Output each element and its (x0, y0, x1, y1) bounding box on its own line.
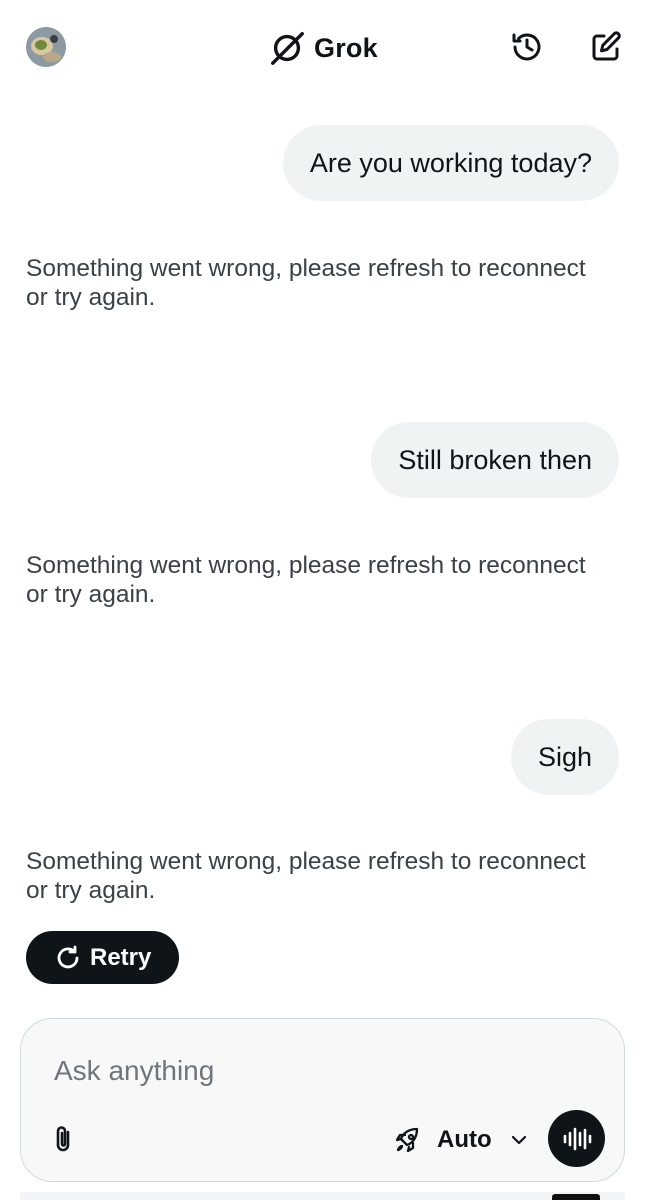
attach-button[interactable] (48, 1123, 82, 1157)
grok-chat-screen: Grok Are you working today? Something we… (0, 0, 645, 1200)
voice-mode-button[interactable] (548, 1110, 605, 1167)
bottom-edge (20, 1192, 625, 1200)
user-message: Still broken then (371, 422, 619, 498)
history-icon (509, 29, 545, 65)
history-button[interactable] (506, 26, 548, 68)
composer: Auto (20, 1018, 625, 1182)
retry-label: Retry (90, 943, 152, 971)
header: Grok (0, 0, 645, 96)
assistant-error-message: Something went wrong, please refresh to … (26, 255, 586, 311)
rocket-icon (393, 1125, 423, 1155)
bottom-tab (552, 1194, 600, 1200)
message-input[interactable] (54, 1051, 574, 1091)
avatar-image (26, 27, 66, 67)
user-message: Are you working today? (282, 125, 619, 201)
chevron-down-icon (502, 1129, 530, 1151)
retry-button[interactable]: Retry (26, 931, 180, 984)
compose-icon (588, 29, 624, 65)
refresh-icon (54, 944, 82, 972)
mode-label: Auto (437, 1126, 492, 1153)
assistant-error-message: Something went wrong, please refresh to … (26, 848, 586, 904)
app-title: Grok (314, 32, 378, 63)
brand: Grok (268, 28, 378, 68)
voice-waveform-icon (560, 1122, 594, 1156)
paperclip-icon (48, 1123, 82, 1157)
user-avatar[interactable] (26, 27, 66, 67)
mode-selector[interactable]: Auto (393, 1119, 530, 1161)
assistant-error-message: Something went wrong, please refresh to … (26, 552, 586, 608)
new-chat-button[interactable] (585, 26, 627, 68)
grok-logo-icon (268, 29, 306, 67)
user-message: Sigh (510, 719, 619, 795)
